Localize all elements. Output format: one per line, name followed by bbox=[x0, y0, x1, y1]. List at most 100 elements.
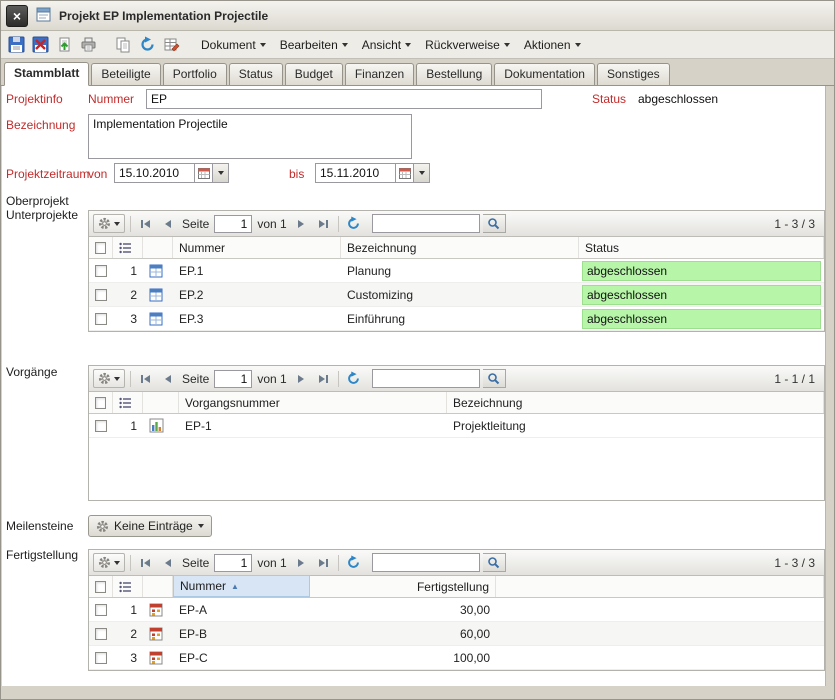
search-button[interactable] bbox=[483, 553, 506, 572]
first-page-button[interactable] bbox=[136, 553, 155, 572]
row-checkbox[interactable] bbox=[95, 628, 107, 640]
menu-bearbeiten[interactable]: Bearbeiten bbox=[274, 35, 354, 55]
copy-icon[interactable] bbox=[113, 34, 134, 55]
tab-sonstiges[interactable]: Sonstiges bbox=[597, 63, 670, 85]
cell-nummer: EP.2 bbox=[173, 288, 341, 302]
table-row[interactable]: 1 EP-1 Projektleitung bbox=[89, 414, 824, 438]
date-dropdown-button[interactable] bbox=[413, 163, 430, 183]
refresh-icon[interactable] bbox=[344, 553, 363, 572]
prev-page-button[interactable] bbox=[158, 553, 177, 572]
page-input[interactable] bbox=[214, 215, 252, 233]
menu-dokument[interactable]: Dokument bbox=[195, 35, 272, 55]
row-checkbox[interactable] bbox=[95, 420, 107, 432]
menu-ansicht[interactable]: Ansicht bbox=[356, 35, 417, 55]
last-page-button[interactable] bbox=[314, 553, 333, 572]
page-input[interactable] bbox=[214, 554, 252, 572]
cell-nummer: EP.1 bbox=[173, 264, 341, 278]
calendar-icon[interactable] bbox=[395, 163, 413, 183]
next-page-button[interactable] bbox=[292, 214, 311, 233]
table-row[interactable]: 1 EP.1 Planung abgeschlossen bbox=[89, 259, 824, 283]
next-page-button[interactable] bbox=[292, 553, 311, 572]
refresh-icon[interactable] bbox=[344, 214, 363, 233]
save-icon[interactable] bbox=[6, 34, 27, 55]
column-header-nummer[interactable]: Nummer bbox=[173, 237, 341, 258]
refresh-icon[interactable] bbox=[344, 369, 363, 388]
search-button[interactable] bbox=[483, 369, 506, 388]
calendar-icon[interactable] bbox=[194, 163, 212, 183]
select-all-checkbox[interactable] bbox=[95, 581, 106, 593]
cell-fertigstellung: 100,00 bbox=[310, 651, 496, 665]
cell-bezeichnung: Customizing bbox=[341, 288, 579, 302]
last-page-button[interactable] bbox=[314, 214, 333, 233]
table-row[interactable]: 2 EP.2 Customizing abgeschlossen bbox=[89, 283, 824, 307]
column-header-bezeichnung[interactable]: Bezeichnung bbox=[447, 392, 824, 413]
prev-page-button[interactable] bbox=[158, 214, 177, 233]
grid-header-row: Nummer ▲ Fertigstellung bbox=[89, 576, 824, 598]
von-date-input[interactable] bbox=[114, 163, 194, 183]
grid-search-input[interactable] bbox=[372, 214, 480, 233]
vorgaenge-label: Vorgänge bbox=[6, 365, 57, 379]
nummer-input[interactable] bbox=[146, 89, 542, 109]
tab-status[interactable]: Status bbox=[229, 63, 283, 85]
fertigstellung-icon bbox=[143, 651, 173, 665]
row-checkbox[interactable] bbox=[95, 313, 107, 325]
delete-document-icon[interactable] bbox=[30, 34, 51, 55]
date-dropdown-button[interactable] bbox=[212, 163, 229, 183]
projektzeitraum-label: Projektzeitraum bbox=[6, 167, 89, 181]
table-row[interactable]: 3 EP-C 100,00 bbox=[89, 646, 824, 670]
column-header-fertigstellung[interactable]: Fertigstellung bbox=[310, 576, 496, 597]
next-page-button[interactable] bbox=[292, 369, 311, 388]
table-row[interactable]: 1 EP-A 30,00 bbox=[89, 598, 824, 622]
menu-aktionen[interactable]: Aktionen bbox=[518, 35, 587, 55]
meilensteine-button[interactable]: Keine Einträge bbox=[88, 515, 212, 537]
bis-date-input[interactable] bbox=[315, 163, 395, 183]
tab-portfolio[interactable]: Portfolio bbox=[163, 63, 227, 85]
toolbar-separator bbox=[130, 216, 131, 232]
prev-page-button[interactable] bbox=[158, 369, 177, 388]
grid-settings-button[interactable] bbox=[93, 214, 125, 233]
menu-rueckverweise[interactable]: Rückverweise bbox=[419, 35, 516, 55]
row-checkbox[interactable] bbox=[95, 604, 107, 616]
grid-settings-button[interactable] bbox=[93, 553, 125, 572]
row-checkbox[interactable] bbox=[95, 652, 107, 664]
table-row[interactable]: 2 EP-B 60,00 bbox=[89, 622, 824, 646]
grid-settings-button[interactable] bbox=[93, 369, 125, 388]
row-checkbox[interactable] bbox=[95, 265, 107, 277]
edit-list-icon[interactable] bbox=[161, 34, 182, 55]
refresh-document-icon[interactable] bbox=[137, 34, 158, 55]
grid-search-input[interactable] bbox=[372, 369, 480, 388]
tab-bestellung[interactable]: Bestellung bbox=[416, 63, 492, 85]
first-page-button[interactable] bbox=[136, 369, 155, 388]
grid-search-input[interactable] bbox=[372, 553, 480, 572]
first-page-button[interactable] bbox=[136, 214, 155, 233]
status-label: Status bbox=[592, 92, 626, 106]
column-header-nummer-sorted[interactable]: Nummer ▲ bbox=[173, 575, 310, 597]
project-icon bbox=[143, 312, 173, 326]
grid-toolbar: Seite von 1 1 - 1 / 1 bbox=[89, 366, 824, 392]
table-row[interactable]: 3 EP.3 Einführung abgeschlossen bbox=[89, 307, 824, 331]
row-number: 1 bbox=[113, 603, 143, 617]
meilensteine-button-label: Keine Einträge bbox=[114, 519, 193, 533]
tab-dokumentation[interactable]: Dokumentation bbox=[494, 63, 595, 85]
export-icon[interactable] bbox=[54, 34, 75, 55]
select-all-checkbox[interactable] bbox=[95, 397, 106, 409]
page-input[interactable] bbox=[214, 370, 252, 388]
print-icon[interactable] bbox=[78, 34, 99, 55]
select-all-checkbox[interactable] bbox=[95, 242, 106, 254]
column-header-vorgangsnummer[interactable]: Vorgangsnummer bbox=[179, 392, 447, 413]
tab-budget[interactable]: Budget bbox=[285, 63, 343, 85]
tab-stammblatt[interactable]: Stammblatt bbox=[4, 62, 89, 86]
bezeichnung-textarea[interactable]: Implementation Projectile bbox=[88, 114, 412, 159]
menu-label: Aktionen bbox=[524, 38, 571, 52]
status-badge: abgeschlossen bbox=[582, 285, 821, 305]
search-button[interactable] bbox=[483, 214, 506, 233]
tab-finanzen[interactable]: Finanzen bbox=[345, 63, 414, 85]
last-page-button[interactable] bbox=[314, 369, 333, 388]
column-header-status[interactable]: Status bbox=[579, 237, 824, 258]
cell-fertigstellung: 60,00 bbox=[310, 627, 496, 641]
search-icon bbox=[487, 556, 500, 569]
window-close-button[interactable]: × bbox=[6, 5, 28, 27]
row-checkbox[interactable] bbox=[95, 289, 107, 301]
column-header-bezeichnung[interactable]: Bezeichnung bbox=[341, 237, 579, 258]
tab-beteiligte[interactable]: Beteiligte bbox=[91, 63, 160, 85]
